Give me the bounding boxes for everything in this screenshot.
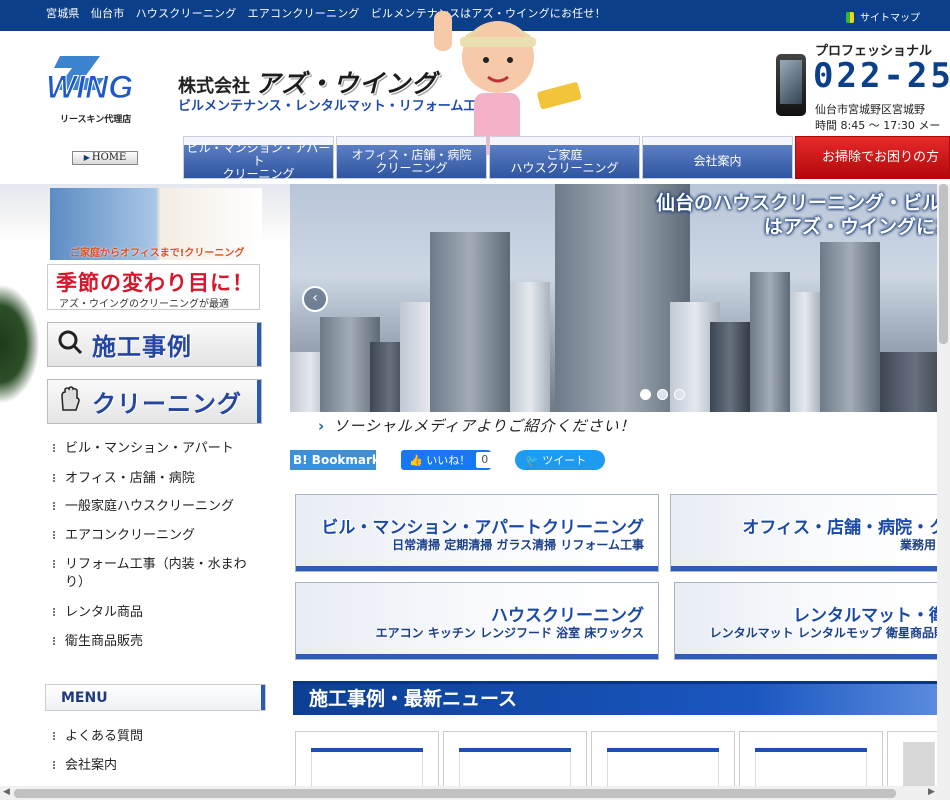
cleaning-label: クリーニング bbox=[92, 390, 242, 418]
sidebar-link-label: 一般家庭ハウスクリーニング bbox=[65, 499, 235, 514]
service-title: ビル・マンション・アパートクリーニング bbox=[321, 518, 644, 538]
wing-logo[interactable]: WING リースキン代理店 bbox=[40, 52, 155, 127]
cleaning-button[interactable]: クリーニング bbox=[47, 379, 262, 424]
social-heading-text: ソーシャルメディアよりご紹介ください！ bbox=[333, 417, 636, 435]
logo-text: WING bbox=[46, 69, 133, 105]
sitemap-link[interactable]: サイトマップ bbox=[846, 9, 920, 24]
nav-building-cleaning[interactable]: ビル・マンション・アパート クリーニング bbox=[183, 136, 334, 181]
season-subtitle: アズ・ウイングのクリーニングが最適 bbox=[59, 299, 229, 310]
tweet-label: ツイート bbox=[542, 454, 587, 467]
menu-link-label: よくある質問 bbox=[65, 729, 144, 744]
social-heading: › ソーシャルメディアよりご紹介ください！ bbox=[318, 415, 636, 436]
scroll-right-icon[interactable]: ▶ bbox=[928, 787, 935, 797]
sidebar-link-sanitary[interactable]: 衛生商品販売 bbox=[53, 633, 263, 651]
sidebar-link-aircon[interactable]: エアコンクリーニング bbox=[53, 527, 263, 545]
sidebar-link-office[interactable]: オフィス・店舗・病院 bbox=[53, 470, 263, 488]
arrow-right-icon: ▶ bbox=[83, 153, 90, 162]
glove-icon bbox=[48, 385, 92, 418]
service-banner-building[interactable]: ビル・マンション・アパートクリーニング 日常清掃 定期清掃 ガラス清掃 リフォー… bbox=[295, 494, 659, 572]
service-sub: エアコン キッチン レンジフード 浴室 床ワックス bbox=[375, 626, 644, 640]
mascot-image bbox=[434, 11, 582, 155]
like-count: 0 bbox=[476, 452, 494, 468]
page: 宮城県 仙台市 ハウスクリーニング エアコンクリーニング ビルメンテナンスはアズ… bbox=[0, 0, 950, 800]
vertical-scrollbar[interactable] bbox=[937, 184, 950, 786]
season-banner[interactable]: 季節の変わり目に！ アズ・ウイングのクリーニングが最適 bbox=[47, 264, 260, 310]
hero-slider[interactable]: 仙台のハウスクリーニング・ビル はアズ・ウイングにお ‹ bbox=[290, 184, 950, 412]
banner-caption: ご家庭からオフィスまで!クリーニング bbox=[70, 248, 245, 259]
nav-trouble[interactable]: お掃除でお困りの方 bbox=[795, 136, 950, 179]
service-title: オフィス・店舗・病院・ク bbox=[742, 518, 946, 538]
menu-link-faq[interactable]: よくある質問 bbox=[53, 728, 263, 746]
home-label: HOME bbox=[91, 152, 127, 163]
magnifier-icon bbox=[48, 329, 92, 361]
cases-label: 施工事例 bbox=[92, 333, 192, 361]
sidebar-link-building[interactable]: ビル・マンション・アパート bbox=[53, 440, 263, 458]
twitter-bird-icon: 🐦 bbox=[525, 453, 539, 467]
slider-prev-button[interactable]: ‹ bbox=[302, 286, 328, 312]
slider-dot[interactable] bbox=[657, 389, 668, 400]
logo-sub: リースキン代理店 bbox=[60, 113, 131, 125]
service-sub: 日常清掃 定期清掃 ガラス清掃 リフォーム工事 bbox=[392, 538, 644, 552]
menu-heading: MENU bbox=[45, 684, 266, 711]
sidebar-link-label: オフィス・店舗・病院 bbox=[65, 471, 195, 486]
hero-catch-line1: 仙台のハウスクリーニング・ビル bbox=[656, 192, 942, 214]
news-heading: 施工事例・最新ニュース bbox=[293, 681, 950, 715]
sidebar-link-label: ビル・マンション・アパート bbox=[65, 441, 234, 456]
sidebar-link-label: 衛生商品販売 bbox=[65, 634, 144, 649]
sidebar-link-label: リフォーム工事（内装・水まわり） bbox=[65, 557, 247, 590]
like-label: いいね！ bbox=[426, 454, 471, 467]
menu-link-company[interactable]: 会社案内 bbox=[53, 757, 263, 775]
sidebar-link-label: レンタル商品 bbox=[65, 605, 144, 620]
company-main-name: アズ・ウイング bbox=[255, 69, 438, 98]
sidebar-link-house[interactable]: 一般家庭ハウスクリーニング bbox=[53, 498, 263, 516]
scroll-left-icon[interactable]: ◀ bbox=[3, 787, 10, 797]
slider-dots bbox=[640, 385, 691, 404]
phone-number[interactable]: 022-25 bbox=[813, 56, 950, 96]
beginner-leaf-icon bbox=[846, 12, 854, 23]
service-sub: 業務用 bbox=[899, 538, 936, 552]
home-button[interactable]: ▶ HOME bbox=[72, 151, 138, 165]
service-sub: レンタルマット レンタルモップ 衛星商品販 bbox=[709, 626, 946, 640]
sidebar-link-label: エアコンクリーニング bbox=[65, 528, 196, 543]
service-banner-rental[interactable]: レンタルマット・衛 レンタルマット レンタルモップ 衛星商品販 bbox=[674, 582, 950, 660]
hero-catch-line2: はアズ・ウイングにお bbox=[764, 216, 950, 238]
menu-link-label: 会社案内 bbox=[65, 758, 118, 773]
season-title: 季節の変わり目に！ bbox=[56, 271, 254, 295]
nav-office-cleaning[interactable]: オフィス・店舗・病院 クリーニング bbox=[336, 136, 487, 179]
hatena-bookmark-button[interactable]: B! Bookmark bbox=[290, 450, 380, 470]
service-banner-office[interactable]: オフィス・店舗・病院・ク 業務用 bbox=[670, 494, 950, 572]
tweet-button[interactable]: 🐦 ツイート bbox=[515, 450, 605, 470]
sidebar-link-reform[interactable]: リフォーム工事（内装・水まわり） bbox=[53, 556, 263, 592]
tree-decoration bbox=[0, 284, 40, 404]
service-title: ハウスクリーニング bbox=[491, 606, 644, 626]
sidebar-photo-banner[interactable]: ご家庭からオフィスまで!クリーニング bbox=[50, 188, 262, 260]
thumbs-up-icon: 👍 bbox=[409, 453, 423, 467]
cases-button[interactable]: 施工事例 bbox=[47, 322, 262, 367]
chevron-right-icon: › bbox=[318, 417, 326, 435]
sidebar-link-rental[interactable]: レンタル商品 bbox=[53, 604, 263, 622]
sitemap-label: サイトマップ bbox=[860, 13, 920, 24]
address: 仙台市宮城野区宮城野 bbox=[815, 103, 925, 116]
slider-dot[interactable] bbox=[674, 389, 685, 400]
service-title: レンタルマット・衛 bbox=[793, 606, 946, 626]
horizontal-scrollbar[interactable]: ◀ ▶ bbox=[0, 786, 950, 800]
slider-dot[interactable] bbox=[640, 389, 651, 400]
nav-company[interactable]: 会社案内 bbox=[642, 136, 793, 179]
service-banner-house[interactable]: ハウスクリーニング エアコン キッチン レンジフード 浴室 床ワックス bbox=[295, 582, 659, 660]
smartphone-icon bbox=[776, 54, 806, 116]
facebook-like-button[interactable]: 👍 いいね！ 0 bbox=[401, 450, 494, 470]
company-prefix: 株式会社 bbox=[178, 76, 250, 97]
business-hours: 時間 8:45 ～ 17:30 メー bbox=[815, 119, 941, 132]
nav-house-cleaning[interactable]: ご家庭 ハウスクリーニング bbox=[489, 136, 640, 179]
